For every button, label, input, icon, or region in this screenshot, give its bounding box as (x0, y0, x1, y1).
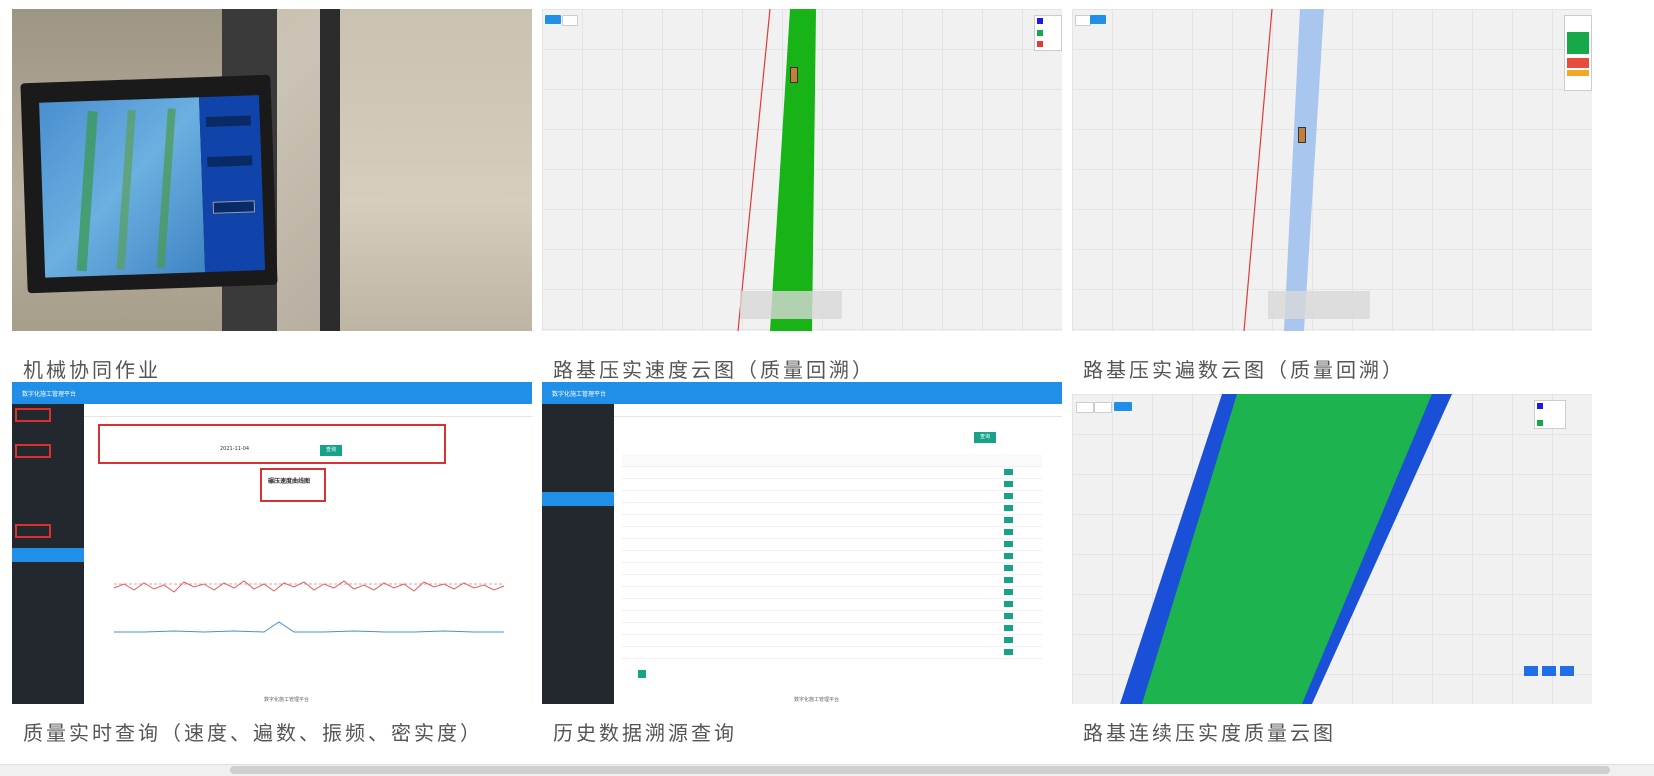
tab-bar (84, 404, 532, 417)
map-legend (1564, 15, 1592, 91)
main-content: 查询 数字化施工管理平台 (614, 404, 1062, 704)
query-button[interactable]: 查询 (974, 432, 996, 443)
zoom-button[interactable] (1524, 666, 1538, 676)
sidebar-item[interactable] (542, 520, 614, 534)
sidebar-item[interactable] (542, 464, 614, 478)
card-caption: 历史数据溯源查询 (553, 721, 737, 745)
tab-bar (614, 404, 1062, 417)
sidebar-item[interactable] (12, 478, 84, 492)
footer-text: 数字化施工管理平台 (264, 697, 310, 703)
speed-cloud-map (542, 9, 1062, 331)
roller-icon (1298, 127, 1306, 143)
scrollbar-thumb[interactable] (230, 766, 1610, 774)
sidebar-item[interactable] (542, 548, 614, 562)
info-panel (1268, 291, 1370, 319)
sidebar-item[interactable] (12, 464, 84, 478)
sidebar-item[interactable] (542, 478, 614, 492)
sidebar-item-active[interactable] (542, 492, 614, 506)
sidebar-item[interactable] (12, 422, 84, 436)
card-caption: 路基连续压实度质量云图 (1083, 721, 1336, 745)
pass-cloud-map (1072, 9, 1592, 331)
sidebar-group[interactable] (542, 436, 614, 450)
chart-title-box: 碾压速度曲线图 (260, 468, 326, 502)
date-value: 2021-11-04 (220, 446, 250, 452)
highlight-box (15, 408, 51, 422)
platform-name: 数字化施工管理平台 (22, 391, 77, 398)
compaction-strip (1284, 9, 1324, 331)
pagination-active[interactable] (638, 670, 646, 678)
cabin-pillar (320, 9, 340, 331)
speed-curve-chart (113, 580, 505, 633)
chart-title: 碾压速度曲线图 (268, 478, 311, 485)
sidebar-group[interactable] (12, 506, 84, 520)
roller-icon (790, 67, 798, 83)
table-row[interactable] (622, 646, 1042, 659)
highlight-box (15, 444, 51, 458)
compaction-cloud-map (1072, 382, 1592, 704)
top-nav: 数字化施工管理平台 (542, 382, 1062, 404)
query-form-box: 2021-11-04 查询 (98, 424, 446, 464)
sidebar-item-active[interactable] (12, 548, 84, 562)
sidebar-item[interactable] (12, 492, 84, 506)
monitor-panel (199, 95, 266, 273)
footer-text: 数字化施工管理平台 (794, 697, 840, 703)
top-nav: 数字化施工管理平台 (12, 382, 532, 404)
query-button[interactable]: 查询 (320, 445, 342, 456)
sidebar-item[interactable] (542, 534, 614, 548)
sidebar (542, 404, 614, 704)
zoom-in-button[interactable] (1542, 666, 1556, 676)
card-caption: 机械协同作业 (23, 358, 161, 382)
sidebar-item[interactable] (542, 422, 614, 436)
highlight-box (15, 524, 51, 538)
card-caption: 路基压实速度云图（质量回溯） (553, 358, 875, 382)
sidebar-group[interactable] (542, 408, 614, 422)
photo-machine-cabin (12, 9, 532, 331)
sidebar-group[interactable] (542, 506, 614, 520)
map-legend (1034, 15, 1062, 51)
ground-view (340, 9, 532, 331)
realtime-dashboard: 数字化施工管理平台 2021-11-04 查询 碾压速度曲线图 数字化施工管理平… (12, 382, 532, 704)
monitor-map (39, 97, 206, 278)
compaction-area (1120, 394, 1452, 704)
monitor-frame (20, 74, 278, 294)
zoom-out-button[interactable] (1560, 666, 1574, 676)
compaction-strip (770, 9, 816, 331)
map-legend (1534, 400, 1566, 429)
card-caption: 质量实时查询（速度、遍数、振频、密实度） (23, 721, 483, 745)
info-panel (740, 291, 842, 319)
history-dashboard: 数字化施工管理平台 查询 数字化施工管理平台 (542, 382, 1062, 704)
card-caption: 路基压实遍数云图（质量回溯） (1083, 358, 1405, 382)
main-content: 2021-11-04 查询 碾压速度曲线图 数字化施工管理平台 (84, 404, 532, 704)
platform-name: 数字化施工管理平台 (552, 391, 607, 398)
sidebar-item[interactable] (542, 450, 614, 464)
